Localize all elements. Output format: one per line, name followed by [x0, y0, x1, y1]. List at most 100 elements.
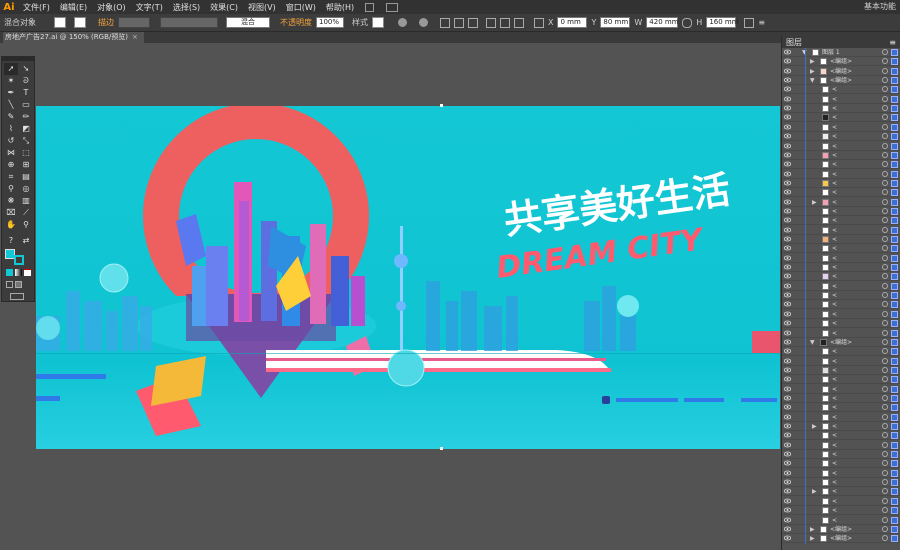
target-circle-icon[interactable] [882, 292, 888, 299]
visibility-eye-icon[interactable] [783, 255, 792, 261]
eyedropper-tool-icon[interactable]: ⚲ [4, 183, 18, 195]
globe-icon[interactable] [419, 18, 428, 27]
layer-row[interactable]: < [782, 329, 900, 338]
target-circle-icon[interactable] [882, 133, 888, 140]
visibility-eye-icon[interactable] [783, 442, 792, 448]
visibility-eye-icon[interactable] [783, 404, 792, 410]
selection-indicator[interactable] [891, 217, 898, 225]
visibility-eye-icon[interactable] [783, 180, 792, 186]
visibility-eye-icon[interactable] [783, 386, 792, 392]
layer-row[interactable]: < [782, 394, 900, 403]
target-circle-icon[interactable] [882, 404, 888, 411]
visibility-eye-icon[interactable] [783, 470, 792, 476]
panel-menu-icon[interactable]: ≡ [758, 18, 765, 27]
column-graph-tool-icon[interactable]: ▥ [19, 195, 33, 207]
target-circle-icon[interactable] [882, 254, 888, 261]
layer-row[interactable]: < [782, 142, 900, 151]
visibility-eye-icon[interactable] [783, 330, 792, 336]
stroke-color-box[interactable] [14, 255, 24, 265]
target-circle-icon[interactable] [882, 95, 888, 102]
visibility-eye-icon[interactable] [783, 507, 792, 513]
layer-row[interactable]: < [782, 403, 900, 413]
rotate-tool-icon[interactable]: ↺ [4, 135, 18, 147]
target-circle-icon[interactable] [882, 161, 888, 168]
target-circle-icon[interactable] [882, 488, 888, 495]
selection-handle-bottom[interactable] [440, 447, 443, 450]
expand-triangle-icon[interactable]: ▶ [810, 57, 815, 66]
visibility-eye-icon[interactable] [783, 124, 792, 130]
target-circle-icon[interactable] [882, 123, 888, 130]
link-proportions-icon[interactable] [682, 17, 693, 28]
visibility-eye-icon[interactable] [783, 432, 792, 438]
visibility-eye-icon[interactable] [783, 77, 792, 83]
variable-width-dropdown[interactable] [160, 17, 218, 28]
layer-row[interactable]: < [782, 95, 900, 104]
align-right-icon[interactable] [468, 17, 478, 28]
shape-builder-tool-icon[interactable]: ⊕ [4, 159, 18, 171]
visibility-eye-icon[interactable] [783, 114, 792, 120]
lasso-tool-icon[interactable]: ᘐ [19, 75, 33, 87]
selection-indicator[interactable] [891, 142, 898, 150]
layer-row[interactable]: < [782, 272, 900, 282]
visibility-eye-icon[interactable] [783, 217, 792, 223]
layer-row[interactable]: < [782, 385, 900, 394]
target-circle-icon[interactable] [882, 236, 888, 242]
layer-row[interactable]: ▼ <编组> [782, 76, 900, 86]
layer-row[interactable]: < [782, 254, 900, 263]
stroke-label[interactable]: 描边 [98, 17, 114, 28]
visibility-eye-icon[interactable] [783, 526, 792, 532]
layer-row[interactable]: ▶ <编组> [782, 534, 900, 544]
artboard[interactable]: 共享美好生活 DREAM CITY [36, 106, 780, 449]
align-bottom-icon[interactable] [514, 17, 524, 28]
visibility-eye-icon[interactable] [783, 460, 792, 466]
visibility-eye-icon[interactable] [783, 414, 792, 420]
transform-icon[interactable] [744, 17, 755, 28]
selection-indicator[interactable] [891, 292, 898, 300]
magic-wand-tool-icon[interactable]: ✶ [4, 75, 18, 87]
layer-row[interactable]: < [782, 319, 900, 329]
visibility-eye-icon[interactable] [783, 358, 792, 364]
selection-indicator[interactable] [891, 264, 898, 272]
expand-triangle-icon[interactable]: ▼ [810, 338, 815, 347]
target-circle-icon[interactable] [882, 77, 888, 84]
selection-indicator[interactable] [891, 133, 898, 141]
visibility-eye-icon[interactable] [783, 311, 792, 317]
pen-tool-icon[interactable]: ✒ [4, 87, 18, 99]
target-circle-icon[interactable] [882, 86, 888, 93]
selection-indicator[interactable] [891, 86, 898, 94]
selection-indicator[interactable] [891, 95, 898, 103]
type-tool-icon[interactable]: T [19, 87, 33, 99]
selection-indicator[interactable] [891, 245, 898, 253]
target-circle-icon[interactable] [882, 460, 888, 467]
visibility-eye-icon[interactable] [783, 68, 792, 74]
fill-swatch[interactable] [54, 17, 66, 28]
visibility-eye-icon[interactable] [783, 367, 792, 373]
document-tab[interactable]: 房地产广告27.ai @ 150% (RGB/预览) × [3, 32, 144, 43]
close-tab-icon[interactable]: × [132, 33, 138, 41]
layer-row-top[interactable]: ▼图层 1 [782, 48, 900, 57]
free-transform-tool-icon[interactable]: ⬚ [19, 147, 33, 159]
perspective-grid-tool-icon[interactable]: ⊞ [19, 159, 33, 171]
visibility-eye-icon[interactable] [783, 105, 792, 111]
layer-row[interactable]: < [782, 244, 900, 254]
target-circle-icon[interactable] [882, 525, 888, 532]
selection-indicator[interactable] [891, 207, 898, 215]
opacity-input[interactable]: 100% [316, 17, 344, 28]
target-circle-icon[interactable] [882, 366, 888, 373]
target-circle-icon[interactable] [882, 423, 888, 429]
visibility-eye-icon[interactable] [783, 479, 792, 485]
target-circle-icon[interactable] [882, 497, 888, 504]
visibility-eye-icon[interactable] [783, 395, 792, 401]
target-circle-icon[interactable] [882, 310, 888, 317]
layer-row[interactable]: ▶ < [782, 487, 900, 497]
layer-row[interactable]: < [782, 357, 900, 366]
selection-indicator[interactable] [891, 488, 898, 496]
layer-row[interactable]: < [782, 123, 900, 132]
arrange-documents-icon[interactable] [386, 2, 399, 12]
layer-row[interactable]: < [782, 291, 900, 301]
visibility-eye-icon[interactable] [783, 245, 792, 251]
workspace-switcher[interactable]: 基本功能 [864, 1, 896, 12]
visibility-eye-icon[interactable] [783, 58, 792, 64]
selection-indicator[interactable] [891, 357, 898, 365]
selection-indicator[interactable] [891, 460, 898, 468]
